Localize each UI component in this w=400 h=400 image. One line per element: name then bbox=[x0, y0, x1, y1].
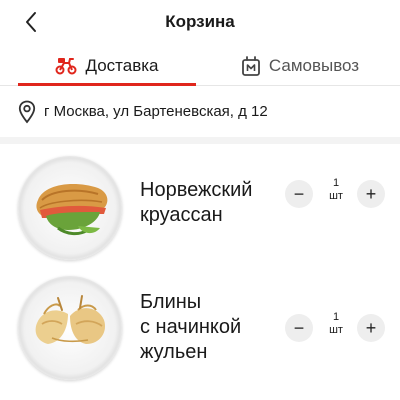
item-name-line: круассан bbox=[140, 204, 223, 226]
tab-delivery[interactable]: Доставка bbox=[18, 46, 196, 86]
item-name-line: жульен bbox=[140, 341, 208, 363]
crepes-plate-icon bbox=[18, 276, 122, 380]
item-name: Блины с начинкой жульен bbox=[140, 290, 241, 365]
quantity-stepper: − 1 шт + bbox=[285, 311, 385, 343]
item-name: Норвежский круассан bbox=[140, 178, 252, 228]
scooter-icon bbox=[55, 58, 77, 75]
header: Корзина bbox=[0, 0, 400, 46]
quantity-stepper: − 1 шт + bbox=[285, 177, 385, 209]
page-title: Корзина bbox=[165, 12, 235, 31]
location-pin-icon bbox=[18, 100, 36, 123]
tab-pickup[interactable]: Самовывоз bbox=[200, 46, 400, 86]
tab-delivery-label: Доставка bbox=[85, 56, 159, 75]
cart-item: Блины с начинкой жульен − 1 шт + bbox=[0, 270, 400, 380]
quantity-value: 1 bbox=[332, 177, 340, 189]
increase-quantity-button[interactable]: + bbox=[357, 180, 385, 208]
delivery-mode-tabs: Доставка Самовывоз bbox=[0, 46, 400, 86]
decrease-quantity-button[interactable]: − bbox=[285, 180, 313, 208]
quantity-unit: шт bbox=[329, 190, 343, 202]
cart-item: Норвежский круассан − 1 шт + bbox=[0, 150, 400, 260]
item-name-line: Блины bbox=[140, 291, 202, 313]
decrease-quantity-button[interactable]: − bbox=[285, 314, 313, 342]
address-text: г Москва, ул Бартеневская, д 12 bbox=[44, 103, 268, 120]
item-name-line: с начинкой bbox=[140, 316, 242, 338]
croissant-plate-icon bbox=[18, 156, 122, 260]
bag-icon bbox=[241, 56, 260, 76]
increase-quantity-button[interactable]: + bbox=[357, 314, 385, 342]
delivery-address[interactable]: г Москва, ул Бартеневская, д 12 bbox=[0, 86, 400, 144]
item-name-line: Норвежский bbox=[140, 179, 253, 201]
quantity-value: 1 bbox=[332, 311, 340, 323]
tab-pickup-label: Самовывоз bbox=[268, 56, 360, 75]
quantity-unit: шт bbox=[329, 324, 343, 336]
